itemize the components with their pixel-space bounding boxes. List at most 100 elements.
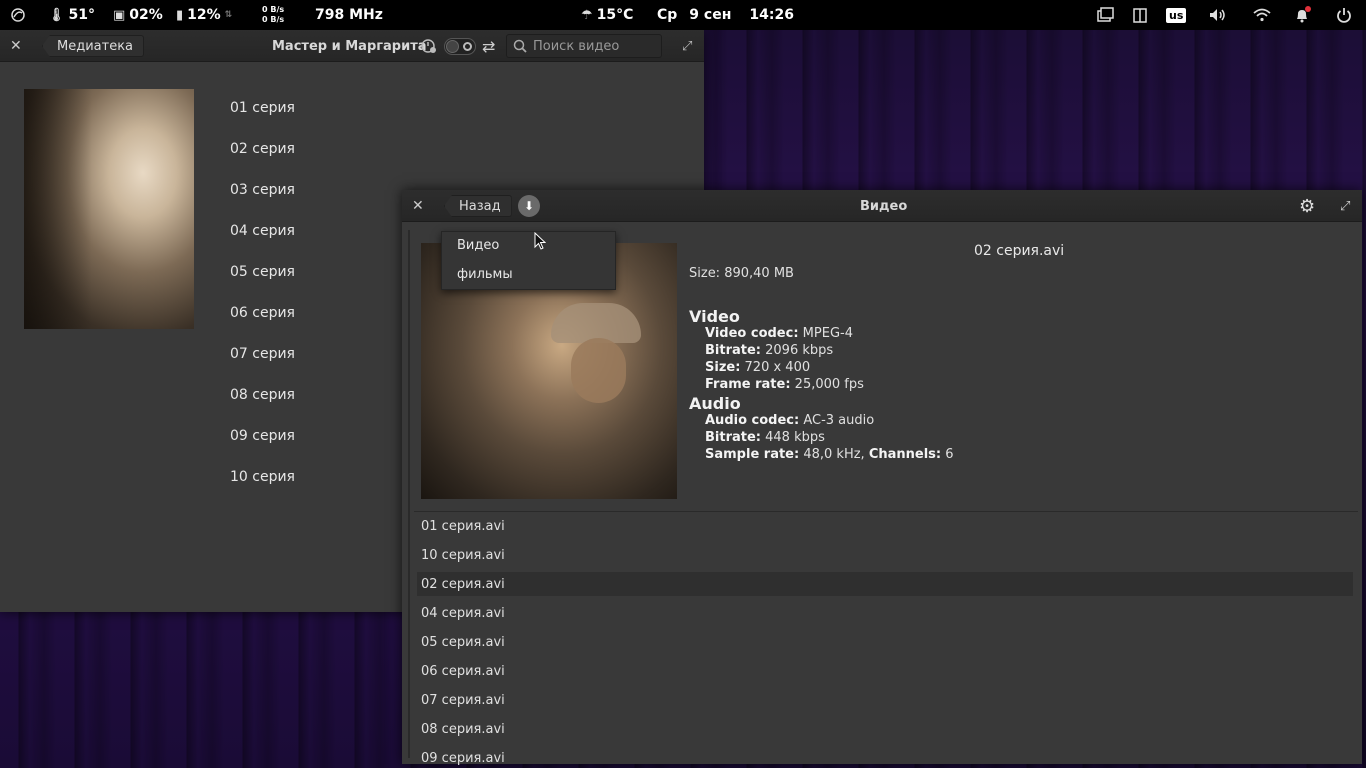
- video-property-value: 720 x 400: [740, 360, 811, 375]
- clipboard-icon[interactable]: [1132, 0, 1148, 30]
- notifications-icon[interactable]: [1294, 0, 1310, 30]
- library-dropdown-menu: Видео фильмы: [441, 231, 616, 290]
- shuffle-icon[interactable]: ⇄: [482, 30, 495, 62]
- episode-item[interactable]: 08 серия: [230, 387, 295, 403]
- library-close-icon[interactable]: ✕: [10, 30, 22, 62]
- episode-item[interactable]: 01 серия: [230, 100, 295, 116]
- clock-time: 14:26: [749, 7, 794, 23]
- dropdown-item-video[interactable]: Видео: [457, 238, 499, 253]
- audio-property: Audio codec: AC-3 audio: [705, 413, 874, 428]
- episode-item[interactable]: 03 серия: [230, 182, 295, 198]
- memory-indicator[interactable]: ▮ 12% ⇅: [176, 0, 232, 30]
- cpu-freq-indicator[interactable]: 798 MHz: [315, 0, 383, 30]
- download-arrow-icon[interactable]: ⬇: [518, 195, 540, 217]
- cpu-temp-indicator[interactable]: 🌡 51°: [48, 0, 95, 30]
- thermometer-icon: 🌡: [48, 7, 65, 23]
- view-toggle-switch[interactable]: [444, 38, 476, 55]
- episode-item[interactable]: 02 серия: [230, 141, 295, 157]
- audio-property-value: 448 kbps: [761, 430, 825, 445]
- audio-property-key: Channels:: [868, 447, 942, 462]
- folders-icon[interactable]: [1096, 0, 1114, 30]
- wifi-icon[interactable]: [1253, 0, 1271, 30]
- file-row[interactable]: 06 серия.avi: [417, 659, 1353, 683]
- audio-property-key: Bitrate:: [705, 430, 761, 445]
- file-row[interactable]: 09 серия.avi: [417, 746, 1353, 768]
- video-property: Bitrate: 2096 kbps: [705, 343, 833, 358]
- cpu-load-indicator[interactable]: ▣ 02%: [113, 0, 163, 30]
- memory-load-value: 12%: [187, 7, 221, 23]
- episode-item[interactable]: 06 серия: [230, 305, 295, 321]
- file-row[interactable]: 04 серия.avi: [417, 601, 1353, 625]
- power-icon[interactable]: [1336, 0, 1352, 30]
- file-row[interactable]: 02 серия.avi: [417, 572, 1353, 596]
- audio-heading: Audio: [689, 394, 741, 413]
- cpu-icon: ▣: [113, 7, 126, 23]
- episode-item[interactable]: 07 серия: [230, 346, 295, 362]
- search-placeholder: Поиск видео: [533, 38, 620, 54]
- audio-property-value: 48,0 kHz,: [799, 447, 869, 462]
- fullscreen-icon[interactable]: ⤢: [682, 30, 692, 62]
- audio-property: Bitrate: 448 kbps: [705, 430, 825, 445]
- episode-item[interactable]: 05 серия: [230, 264, 295, 280]
- library-back-button[interactable]: Медиатека: [42, 35, 145, 57]
- video-back-button[interactable]: Назад: [444, 195, 512, 217]
- weather-value: 15°C: [596, 7, 634, 23]
- video-property-key: Bitrate:: [705, 343, 761, 358]
- updown-arrows-icon: ⇅: [224, 10, 233, 20]
- search-input[interactable]: Поиск видео: [506, 34, 662, 58]
- settings-gear-icon[interactable]: ⚙: [1299, 190, 1315, 222]
- episode-item[interactable]: 09 серия: [230, 428, 295, 444]
- file-row[interactable]: 05 серия.avi: [417, 630, 1353, 654]
- library-headerbar: ✕ Медиатека Мастер и Маргарита ⇄ Поиск в…: [0, 30, 704, 62]
- video-property-value: 25,000 fps: [790, 377, 864, 392]
- file-row[interactable]: 08 серия.avi: [417, 717, 1353, 741]
- net-up-value: 0 B/s: [262, 5, 285, 14]
- notification-badge: [1305, 6, 1311, 12]
- clock-day: Ср: [657, 7, 678, 23]
- video-close-icon[interactable]: ✕: [412, 190, 424, 222]
- episode-item[interactable]: 04 серия: [230, 223, 295, 239]
- audio-property-key: Sample rate:: [705, 447, 800, 462]
- video-property-value: 2096 kbps: [761, 343, 834, 358]
- video-property: Video codec: MPEG-4: [705, 326, 853, 341]
- video-headerbar: ✕ Назад ⬇ Видео ⚙ ⤢: [402, 190, 1362, 222]
- video-heading: Video: [689, 307, 740, 326]
- video-property: Frame rate: 25,000 fps: [705, 377, 864, 392]
- video-property-key: Video codec:: [705, 326, 799, 341]
- series-poster[interactable]: [24, 89, 194, 329]
- side-separator: [408, 230, 410, 758]
- volume-icon[interactable]: [1208, 0, 1228, 30]
- audio-property-value: 6: [941, 447, 954, 462]
- top-panel: 🌡 51° ▣ 02% ▮ 12% ⇅ 0 B/s 0 B/s 798 MHz …: [0, 0, 1366, 30]
- weather-indicator[interactable]: ☂ 15°C: [581, 0, 633, 30]
- video-property: Size: 720 x 400: [705, 360, 810, 375]
- activities-icon[interactable]: [10, 0, 26, 30]
- file-row[interactable]: 07 серия.avi: [417, 688, 1353, 712]
- file-size: Size: 890,40 MB: [689, 266, 794, 281]
- cpu-temp-value: 51°: [68, 7, 95, 23]
- episode-item[interactable]: 10 серия: [230, 469, 295, 485]
- cpu-freq-value: 798 MHz: [315, 7, 383, 23]
- video-property-key: Frame rate:: [705, 377, 791, 392]
- search-icon: [513, 39, 527, 53]
- dropdown-item-films[interactable]: фильмы: [457, 267, 513, 282]
- reset-clock-icon[interactable]: [420, 30, 438, 62]
- library-title: Мастер и Маргарита: [272, 38, 427, 54]
- info-divider: [414, 511, 1358, 512]
- file-row[interactable]: 01 серия.avi: [417, 514, 1353, 538]
- net-down-value: 0 B/s: [262, 15, 285, 24]
- clock[interactable]: Ср 9 сен 14:26: [657, 0, 794, 30]
- network-indicator[interactable]: 0 B/s 0 B/s: [262, 0, 284, 30]
- audio-property: Sample rate: 48,0 kHz, Channels: 6: [705, 447, 954, 462]
- cpu-load-value: 02%: [129, 7, 163, 23]
- video-title: Видео: [860, 198, 908, 214]
- audio-property-key: Audio codec:: [705, 413, 800, 428]
- file-name-heading: 02 серия.avi: [974, 243, 1065, 259]
- mouse-cursor-icon: [534, 232, 546, 250]
- weather-rain-icon: ☂: [581, 7, 593, 23]
- keyboard-layout-indicator[interactable]: us: [1166, 0, 1187, 30]
- video-property-key: Size:: [705, 360, 741, 375]
- video-fullscreen-icon[interactable]: ⤢: [1340, 190, 1350, 222]
- keyboard-layout-value: us: [1166, 7, 1187, 23]
- file-row[interactable]: 10 серия.avi: [417, 543, 1353, 567]
